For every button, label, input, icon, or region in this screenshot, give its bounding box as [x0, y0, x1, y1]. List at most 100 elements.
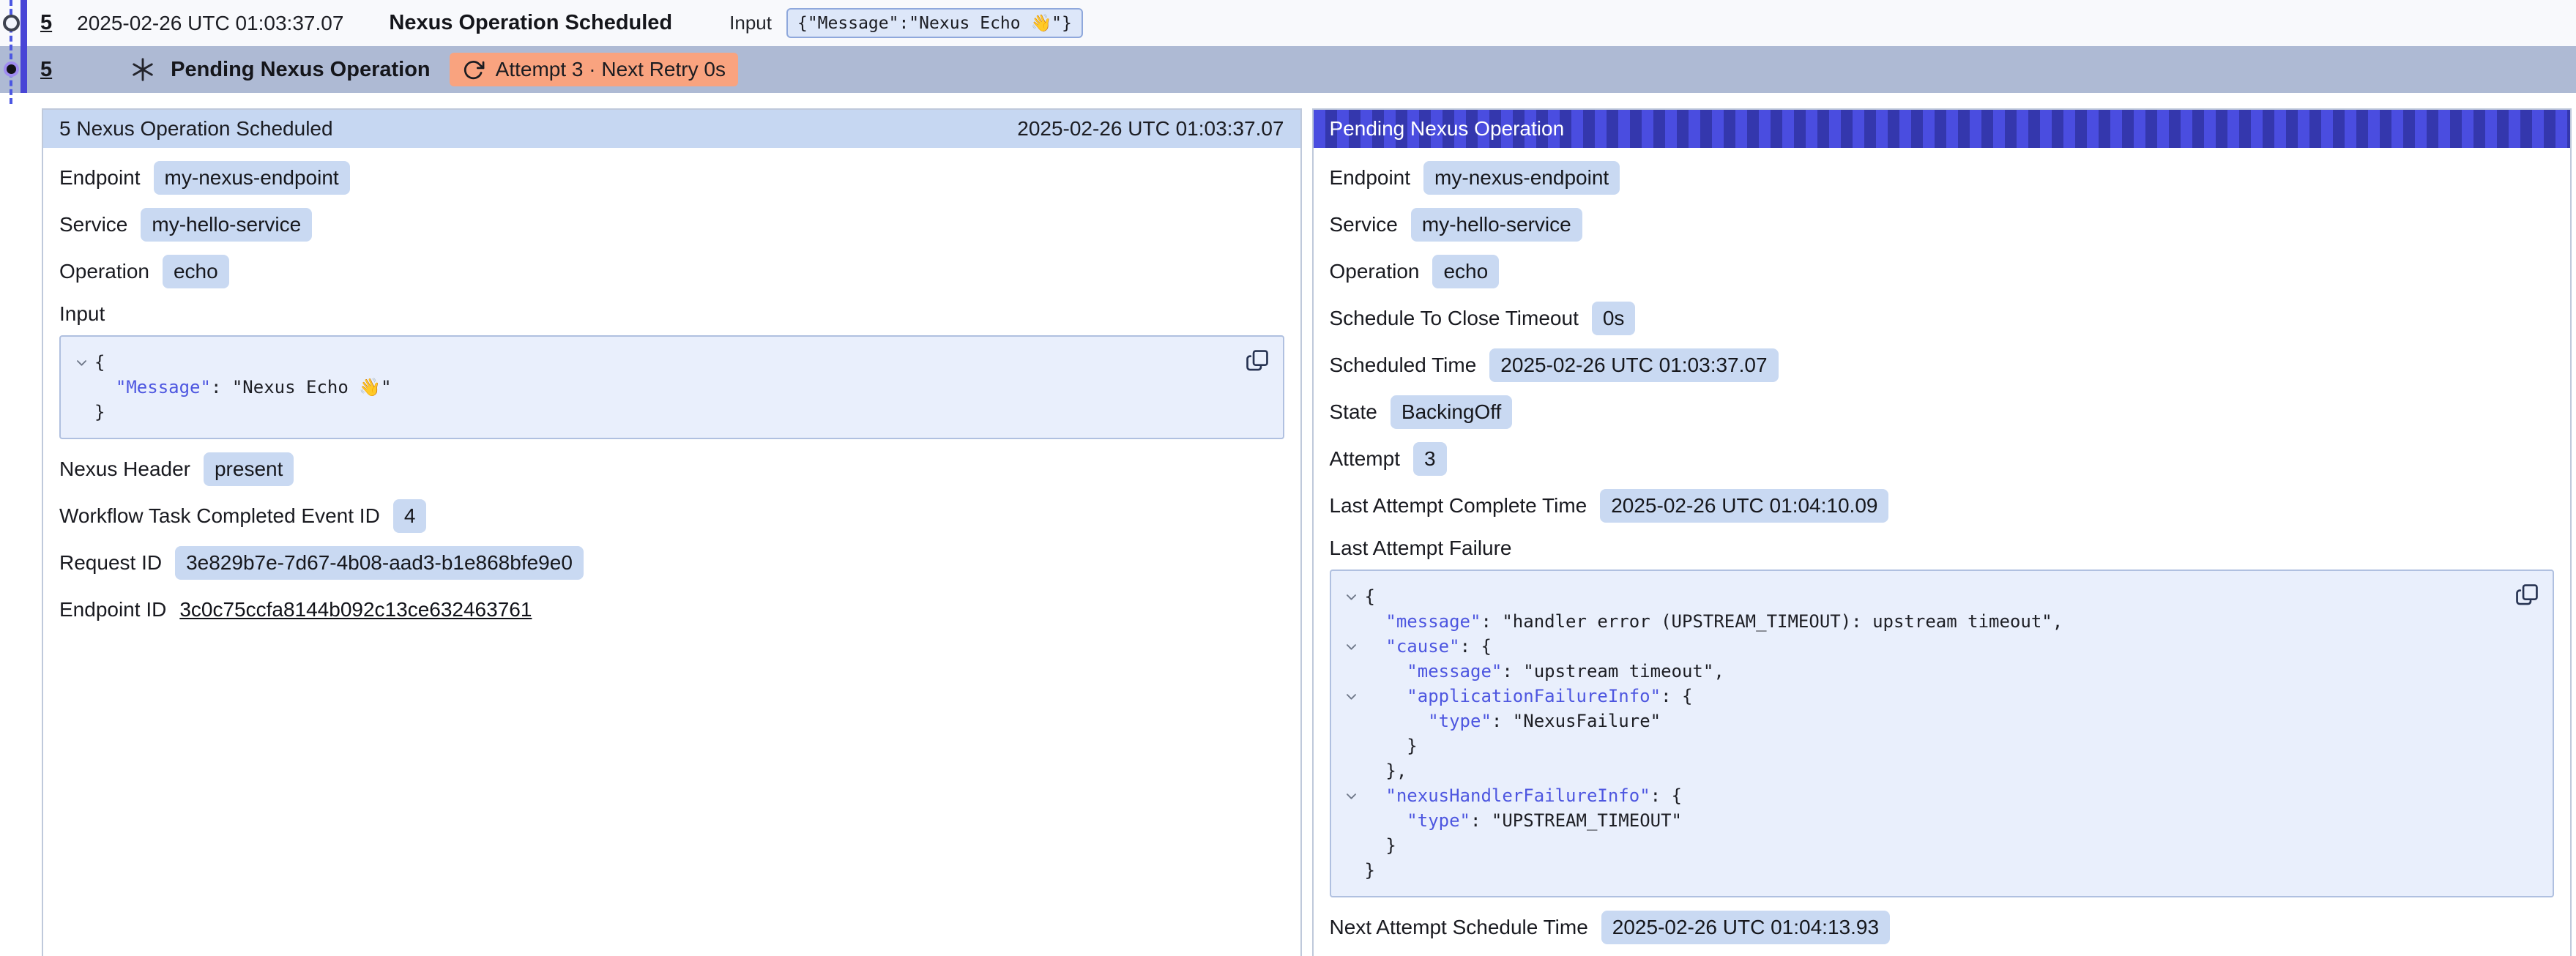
scheduled-panel-header: 5 Nexus Operation Scheduled 2025-02-26 U… — [43, 110, 1300, 148]
scheduled-panel-body: Endpointmy-nexus-endpoint Servicemy-hello… — [43, 148, 1300, 662]
input-preview-chip: {"Message":"Nexus Echo 👋"} — [786, 8, 1083, 38]
code-line: "cause": { — [1339, 634, 2502, 659]
code-gutter — [1339, 609, 1365, 615]
code-text: } — [1365, 858, 1375, 883]
copy-icon[interactable] — [2512, 580, 2542, 610]
code-text: { — [94, 350, 105, 375]
field-label: Request ID — [59, 551, 162, 575]
json-code-viewer: { "message": "handler error (UPSTREAM_TI… — [1330, 570, 2555, 897]
panel-title: Pending Nexus Operation — [1330, 117, 1565, 141]
code-line: "nexusHandlerFailureInfo": { — [1339, 783, 2502, 808]
detail-field-row: Attempt3 — [1330, 442, 2555, 476]
detail-field-row: Next Attempt Schedule Time2025-02-26 UTC… — [1330, 911, 2555, 944]
code-text: } — [94, 400, 105, 425]
code-text: "message": "upstream timeout", — [1365, 659, 1724, 684]
code-line: "type": "NexusFailure" — [1339, 709, 2502, 733]
code-line: "Message": "Nexus Echo 👋" — [68, 375, 1232, 400]
field-label: Operation — [59, 260, 149, 283]
code-text: } — [1365, 833, 1396, 858]
timeline-active-bar — [21, 0, 27, 93]
code-line: "message": "upstream timeout", — [1339, 659, 2502, 684]
scheduled-event-panel: 5 Nexus Operation Scheduled 2025-02-26 U… — [42, 108, 1302, 956]
event-row-pending-nexus-operation[interactable]: 5 Pending Nexus Operation Attempt 3 · Ne… — [0, 46, 2576, 93]
json-text — [1365, 810, 1407, 831]
json-key: "message" — [1407, 661, 1502, 681]
field-label: Schedule To Close Timeout — [1330, 307, 1579, 330]
pending-operation-panel: Pending Nexus Operation Endpoint my-nexus… — [1312, 108, 2572, 956]
code-gutter — [1339, 758, 1365, 764]
field-value-badge: 0s — [1592, 302, 1636, 335]
chevron-down-icon[interactable] — [1339, 634, 1365, 654]
event-id-link[interactable]: 5 — [40, 58, 52, 82]
code-gutter — [68, 400, 94, 406]
field-value-badge: echo — [163, 255, 229, 288]
code-line: } — [1339, 733, 2502, 758]
field-label: Endpoint — [59, 166, 141, 190]
detail-field-row: Servicemy-hello-service — [1330, 208, 2555, 242]
field-value-badge: echo — [1432, 255, 1499, 288]
json-code-viewer: { "Message": "Nexus Echo 👋"} — [59, 335, 1284, 439]
code-line: } — [68, 400, 1232, 425]
event-title: Nexus Operation Scheduled — [389, 11, 672, 35]
json-text — [1365, 785, 1386, 806]
chevron-down-icon[interactable] — [1339, 684, 1365, 703]
code-gutter — [68, 375, 94, 381]
code-text: } — [1365, 733, 1418, 758]
field-value-link[interactable]: 3c0c75ccfa8144b092c13ce632463761 — [179, 598, 532, 621]
field-value-badge: present — [204, 452, 294, 486]
json-text: } — [94, 402, 105, 422]
code-gutter — [1339, 709, 1365, 714]
copy-icon[interactable] — [1242, 346, 1273, 376]
json-text — [1365, 711, 1429, 731]
code-text: "nexusHandlerFailureInfo": { — [1365, 783, 1683, 808]
field-value-badge: my-nexus-endpoint — [1423, 161, 1620, 195]
field-label: Endpoint ID — [59, 598, 166, 621]
field-value-badge: 4 — [393, 499, 427, 533]
event-title: Pending Nexus Operation — [171, 58, 431, 82]
field-label: Endpoint — [1330, 166, 1411, 190]
chevron-down-icon[interactable] — [1339, 584, 1365, 604]
json-key: "type" — [1428, 711, 1492, 731]
json-key: "Message" — [116, 377, 211, 397]
chevron-down-icon[interactable] — [1339, 783, 1365, 803]
code-line: } — [1339, 833, 2502, 858]
panel-title: 5 Nexus Operation Scheduled — [59, 117, 333, 141]
field-value-badge: my-hello-service — [1411, 208, 1582, 242]
code-text: "type": "NexusFailure" — [1365, 709, 1661, 733]
event-timestamp: 2025-02-26 UTC 01:03:37.07 — [77, 12, 343, 35]
field-label: Nexus Header — [59, 458, 190, 481]
event-row-nexus-operation-scheduled[interactable]: 5 2025-02-26 UTC 01:03:37.07 Nexus Opera… — [0, 0, 2576, 46]
detail-field-row: Schedule To Close Timeout 0s — [1330, 302, 2555, 335]
detail-field-row: Servicemy-hello-service — [59, 208, 1284, 242]
code-text: "applicationFailureInfo": { — [1365, 684, 1693, 709]
code-gutter — [1339, 858, 1365, 864]
json-text: } — [1365, 736, 1418, 756]
code-line: }, — [1339, 758, 2502, 783]
code-line: } — [1339, 858, 2502, 883]
code-text: "cause": { — [1365, 634, 1492, 659]
field-value-badge: my-hello-service — [141, 208, 312, 242]
event-id-link[interactable]: 5 — [40, 11, 52, 35]
detail-field-row: Endpointmy-nexus-endpoint — [59, 161, 1284, 195]
asterisk-icon — [130, 56, 156, 83]
field-value-badge: 3e829b7e-7d67-4b08-aad3-b1e868bfe9e0 — [175, 546, 584, 580]
json-text — [1365, 686, 1407, 706]
chevron-down-icon[interactable] — [68, 350, 94, 370]
pending-panel-body: Endpoint my-nexus-endpoint Servicemy-hello… — [1314, 148, 2571, 956]
json-text: : "handler error (UPSTREAM_TIMEOUT): ups… — [1481, 611, 2063, 632]
json-text: : "Nexus Echo 👋" — [211, 377, 392, 397]
json-text: : { — [1650, 785, 1682, 806]
field-label: Next Attempt Schedule Time — [1330, 916, 1588, 939]
json-text — [1365, 636, 1386, 657]
json-key: "message" — [1385, 611, 1481, 632]
detail-field-row: Nexus Header present — [59, 452, 1284, 486]
detail-field-row: Operationecho — [1330, 255, 2555, 288]
field-label: Last Attempt Complete Time — [1330, 494, 1587, 518]
code-gutter — [1339, 808, 1365, 814]
retry-status-badge: Attempt 3 · Next Retry 0s — [450, 53, 738, 86]
field-label: Workflow Task Completed Event ID — [59, 504, 380, 528]
json-text: } — [1365, 835, 1396, 856]
code-line: { — [1339, 584, 2502, 609]
json-text: { — [1365, 586, 1375, 607]
field-label: Input — [59, 302, 1284, 326]
